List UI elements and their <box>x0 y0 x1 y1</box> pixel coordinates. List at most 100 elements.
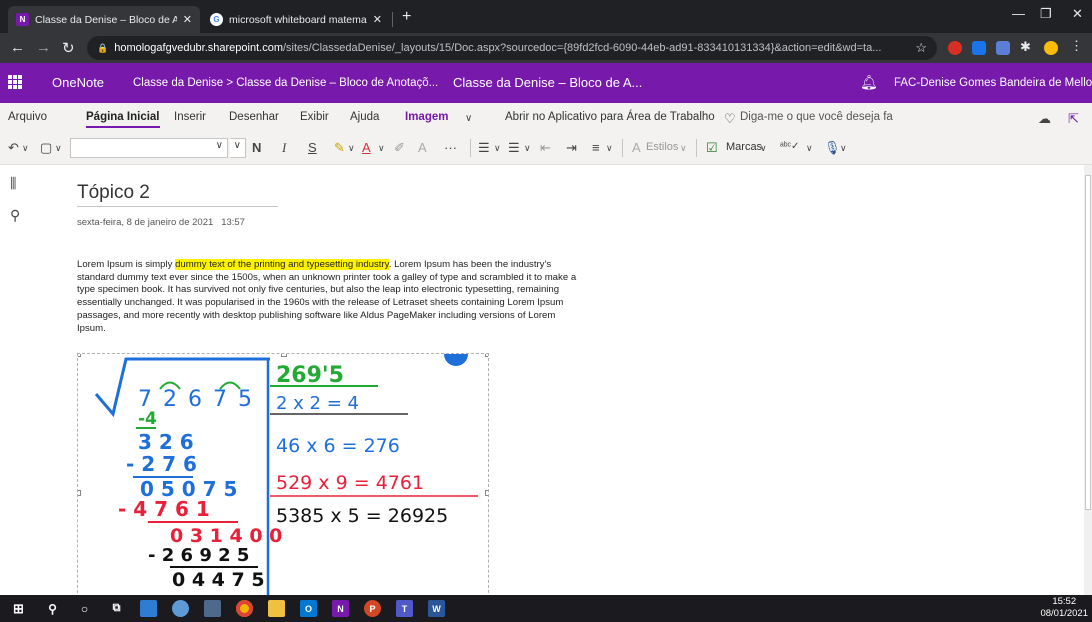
increase-indent-icon[interactable]: ⇥ <box>566 140 577 156</box>
resize-handle[interactable] <box>78 354 81 357</box>
tab-onenote[interactable]: N Classe da Denise – Bloco de Anot ✕ <box>8 6 200 33</box>
font-family-select[interactable]: ∨ <box>70 138 228 158</box>
address-bar[interactable]: 🔒 homologafgvedubr.sharepoint.com/sites/… <box>87 36 937 60</box>
styles-dropdown-icon[interactable]: ∨ <box>680 143 687 154</box>
open-desktop-app-link[interactable]: Abrir no Aplicativo para Área de Trabalh… <box>505 111 715 123</box>
close-tab-icon[interactable]: ✕ <box>373 13 382 26</box>
clear-formatting-icon[interactable]: ✐ <box>394 140 405 156</box>
text-effects-icon[interactable]: A <box>418 140 427 155</box>
tags-dropdown-icon[interactable]: ∨ <box>760 143 767 154</box>
page-vertical-scrollbar[interactable] <box>1084 165 1092 595</box>
back-icon[interactable]: ← <box>10 39 25 56</box>
font-color-icon[interactable]: A <box>362 140 371 155</box>
extensions-puzzle-icon[interactable]: ✱ <box>1020 39 1034 54</box>
bullets-icon[interactable]: ☰ <box>478 140 490 156</box>
notebook-title[interactable]: Classe da Denise – Bloco de A... <box>453 75 642 90</box>
onenote-taskbar-icon[interactable]: N <box>332 600 349 617</box>
notebooks-library-icon[interactable]: ⫼ <box>10 175 16 192</box>
tab-exibir[interactable]: Exibir <box>300 111 329 123</box>
italic-button[interactable]: I <box>282 140 286 156</box>
profile-avatar-icon[interactable] <box>1044 41 1058 55</box>
handwritten-image[interactable]: 7 2 6 7 5 269'5 2 x 2 = 4 46 x 6 = 276 5… <box>77 353 489 603</box>
file-explorer-icon[interactable] <box>268 600 285 617</box>
bullets-dropdown-icon[interactable]: ∨ <box>494 143 501 154</box>
align-icon[interactable]: ≡ <box>592 140 600 155</box>
undo-icon[interactable]: ↶ <box>8 140 19 156</box>
forward-icon[interactable]: → <box>36 39 51 56</box>
spelling-icon[interactable]: ᵃᵇᶜ✓ <box>780 141 799 152</box>
spelling-dropdown-icon[interactable]: ∨ <box>806 143 813 154</box>
undo-dropdown-icon[interactable]: ∨ <box>22 143 29 154</box>
styles-button[interactable]: Estilos <box>646 141 678 153</box>
page-title[interactable]: Tópico 2 <box>77 182 278 207</box>
extension-red-icon[interactable] <box>948 41 962 55</box>
tag-checkbox-icon[interactable]: ☑ <box>706 140 718 156</box>
app-pinned-icon[interactable] <box>172 600 189 617</box>
new-tab-icon[interactable]: + <box>402 8 411 26</box>
system-clock[interactable]: 15:52 08/01/2021 <box>1040 596 1088 620</box>
minimize-icon[interactable]: — <box>1012 6 1025 21</box>
word-icon[interactable]: W <box>428 600 445 617</box>
square-root-drawing: 7 2 6 7 5 269'5 2 x 2 = 4 46 x 6 = 276 5… <box>94 354 478 602</box>
tab-arquivo[interactable]: Arquivo <box>8 111 47 123</box>
note-text-block[interactable]: Lorem Ipsum is simply dummy text of the … <box>77 259 577 335</box>
resize-handle[interactable] <box>281 354 287 357</box>
tab-google-search[interactable]: G microsoft whiteboard matematic ✕ <box>202 6 390 33</box>
windows-start-icon[interactable]: ⊞ <box>10 600 27 617</box>
powerpoint-icon[interactable]: P <box>364 600 381 617</box>
resize-handle[interactable] <box>78 490 81 496</box>
bookmark-star-icon[interactable]: ☆ <box>915 40 927 56</box>
teams-icon[interactable]: T <box>396 600 413 617</box>
tags-button[interactable]: Marcas <box>726 141 762 153</box>
cortana-icon[interactable]: ○ <box>76 600 93 617</box>
share-icon[interactable]: ⇱ <box>1068 111 1079 127</box>
extension-photo-icon[interactable] <box>996 41 1010 55</box>
extension-blue-icon[interactable] <box>972 41 986 55</box>
notification-bell-icon[interactable]: 🔔︎ <box>860 74 878 91</box>
highlighter-icon[interactable]: ✎ <box>334 140 345 156</box>
scrollbar-thumb[interactable] <box>1085 175 1091 510</box>
tab-inserir[interactable]: Inserir <box>174 111 206 123</box>
outlook-icon[interactable]: O <box>300 600 317 617</box>
tab-desenhar[interactable]: Desenhar <box>229 111 279 123</box>
close-window-icon[interactable]: ✕ <box>1072 6 1083 22</box>
tell-me-search[interactable]: Diga-me o que você deseja fa <box>740 111 893 123</box>
cloud-sync-icon[interactable]: ☁ <box>1038 111 1051 127</box>
clipboard-dropdown-icon[interactable]: ∨ <box>55 143 62 154</box>
close-tab-icon[interactable]: ✕ <box>183 13 192 26</box>
numbering-dropdown-icon[interactable]: ∨ <box>524 143 531 154</box>
breadcrumb[interactable]: Classe da Denise > Classe da Denise – Bl… <box>133 77 438 89</box>
tab-imagem[interactable]: Imagem <box>405 111 448 123</box>
resize-handle[interactable] <box>485 490 488 496</box>
tab-ajuda[interactable]: Ajuda <box>350 111 379 123</box>
taskbar-search-icon[interactable]: ⚲ <box>44 600 61 617</box>
app-pinned-icon[interactable] <box>140 600 157 617</box>
decrease-indent-icon[interactable]: ⇤ <box>540 140 551 156</box>
dictate-microphone-icon[interactable]: 🎙︎ <box>824 140 841 156</box>
task-view-icon[interactable]: ⧉ <box>108 600 125 617</box>
resize-handle[interactable] <box>485 354 488 357</box>
tab-pagina-inicial[interactable]: Página Inicial <box>86 111 160 128</box>
app-launcher-icon[interactable] <box>8 75 22 89</box>
search-icon[interactable]: ⚲ <box>10 207 20 224</box>
ribbon-collapse-chevron-icon[interactable]: ∨ <box>465 113 472 124</box>
align-dropdown-icon[interactable]: ∨ <box>606 143 613 154</box>
app-name[interactable]: OneNote <box>52 75 104 90</box>
underline-button[interactable]: S <box>308 140 317 155</box>
chrome-icon[interactable] <box>236 600 253 617</box>
user-name[interactable]: FAC-Denise Gomes Bandeira de Mello <box>894 77 1092 89</box>
dictate-dropdown-icon[interactable]: ∨ <box>840 143 847 154</box>
styles-icon[interactable]: A <box>632 140 641 155</box>
bold-button[interactable]: N <box>252 140 261 155</box>
more-options-icon[interactable]: ··· <box>444 140 457 155</box>
reload-icon[interactable]: ↻ <box>62 39 75 57</box>
browser-menu-icon[interactable]: ⋮ <box>1070 38 1084 53</box>
restore-icon[interactable]: ❐ <box>1040 6 1052 22</box>
font-color-dropdown-icon[interactable]: ∨ <box>378 143 385 154</box>
page-canvas[interactable]: Tópico 2 sexta-feira, 8 de janeiro de 20… <box>34 165 1084 603</box>
highlight-dropdown-icon[interactable]: ∨ <box>348 143 355 154</box>
numbering-icon[interactable]: ☰ <box>508 140 520 156</box>
font-size-select[interactable]: ∨ <box>230 138 246 158</box>
clipboard-icon[interactable]: ▢ <box>40 140 52 156</box>
calculator-icon[interactable] <box>204 600 221 617</box>
